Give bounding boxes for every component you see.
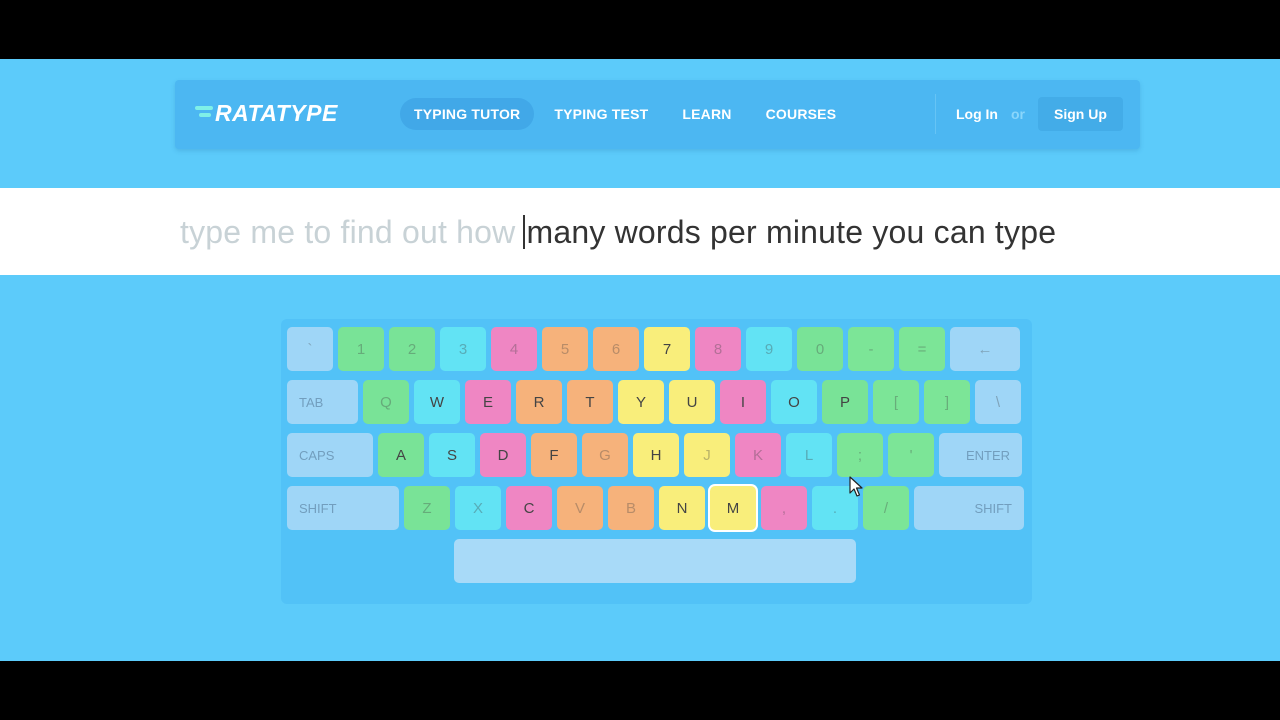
key-f[interactable]: F <box>531 433 577 477</box>
key-semicolon[interactable]: ; <box>837 433 883 477</box>
login-link[interactable]: Log In <box>956 106 998 122</box>
key-quote[interactable]: ' <box>888 433 934 477</box>
key-m[interactable]: M <box>710 486 756 530</box>
logo-mark-icon <box>195 104 213 122</box>
typing-strip[interactable]: type me to find out how many words per mi… <box>0 188 1280 275</box>
key-r[interactable]: R <box>516 380 562 424</box>
key-v[interactable]: V <box>557 486 603 530</box>
key-slash[interactable]: / <box>863 486 909 530</box>
signup-button[interactable]: Sign Up <box>1038 97 1123 131</box>
nav-courses[interactable]: COURSES <box>752 98 851 130</box>
key-tab[interactable]: TAB <box>287 380 358 424</box>
key-g[interactable]: G <box>582 433 628 477</box>
key-caps[interactable]: CAPS <box>287 433 373 477</box>
key-left-bracket[interactable]: [ <box>873 380 919 424</box>
key-2[interactable]: 2 <box>389 327 435 371</box>
key-n[interactable]: N <box>659 486 705 530</box>
key-o[interactable]: O <box>771 380 817 424</box>
key-backspace[interactable]: ← <box>950 327 1020 371</box>
key-w[interactable]: W <box>414 380 460 424</box>
key-k[interactable]: K <box>735 433 781 477</box>
key-space[interactable] <box>454 539 856 583</box>
key-7[interactable]: 7 <box>644 327 690 371</box>
key-c[interactable]: C <box>506 486 552 530</box>
virtual-keyboard: ` 1 2 3 4 5 6 7 8 9 0- = ← TAB Q W E R T Y U I O P[] \ CAPS A S D F G H… <box>281 319 1032 604</box>
key-h[interactable]: H <box>633 433 679 477</box>
nav-learn[interactable]: LEARN <box>668 98 745 130</box>
key-4[interactable]: 4 <box>491 327 537 371</box>
ratatype-logo[interactable]: RATATYPE <box>195 100 338 126</box>
page-viewport: RATATYPE TYPING TUTOR TYPING TEST LEARN … <box>0 59 1280 661</box>
key-j[interactable]: J <box>684 433 730 477</box>
key-equals[interactable]: = <box>899 327 945 371</box>
typing-text: type me to find out how many words per mi… <box>180 214 1056 251</box>
pending-text: many words per minute you can type <box>526 214 1057 250</box>
key-s[interactable]: S <box>429 433 475 477</box>
nav-typing-test[interactable]: TYPING TEST <box>540 98 662 130</box>
nav-typing-tutor[interactable]: TYPING TUTOR <box>400 98 535 130</box>
logo-text: RATATYPE <box>215 99 338 126</box>
key-e[interactable]: E <box>465 380 511 424</box>
key-shift-right[interactable]: SHIFT <box>914 486 1024 530</box>
key-p[interactable]: P <box>822 380 868 424</box>
nav-divider <box>935 94 936 134</box>
key-backslash[interactable]: \ <box>975 380 1021 424</box>
key-x[interactable]: X <box>455 486 501 530</box>
key-shift-left[interactable]: SHIFT <box>287 486 399 530</box>
key-backtick[interactable]: ` <box>287 327 333 371</box>
key-enter[interactable]: ENTER <box>939 433 1022 477</box>
typed-text: type me to find out how <box>180 214 516 250</box>
key-d[interactable]: D <box>480 433 526 477</box>
key-comma[interactable]: , <box>761 486 807 530</box>
key-y[interactable]: Y <box>618 380 664 424</box>
key-u[interactable]: U <box>669 380 715 424</box>
key-8[interactable]: 8 <box>695 327 741 371</box>
key-t[interactable]: T <box>567 380 613 424</box>
mouse-cursor-icon <box>849 476 863 497</box>
main-nav: TYPING TUTOR TYPING TEST LEARN COURSES <box>400 98 850 130</box>
key-1[interactable]: 1 <box>338 327 384 371</box>
top-navbar: RATATYPE TYPING TUTOR TYPING TEST LEARN … <box>175 80 1140 149</box>
key-q[interactable]: Q <box>363 380 409 424</box>
key-right-bracket[interactable]: ] <box>924 380 970 424</box>
key-0[interactable]: 0 <box>797 327 843 371</box>
or-separator: or <box>1011 106 1025 122</box>
key-6[interactable]: 6 <box>593 327 639 371</box>
key-b[interactable]: B <box>608 486 654 530</box>
key-minus[interactable]: - <box>848 327 894 371</box>
key-i[interactable]: I <box>720 380 766 424</box>
key-a[interactable]: A <box>378 433 424 477</box>
key-9[interactable]: 9 <box>746 327 792 371</box>
key-l[interactable]: L <box>786 433 832 477</box>
key-z[interactable]: Z <box>404 486 450 530</box>
key-3[interactable]: 3 <box>440 327 486 371</box>
key-5[interactable]: 5 <box>542 327 588 371</box>
